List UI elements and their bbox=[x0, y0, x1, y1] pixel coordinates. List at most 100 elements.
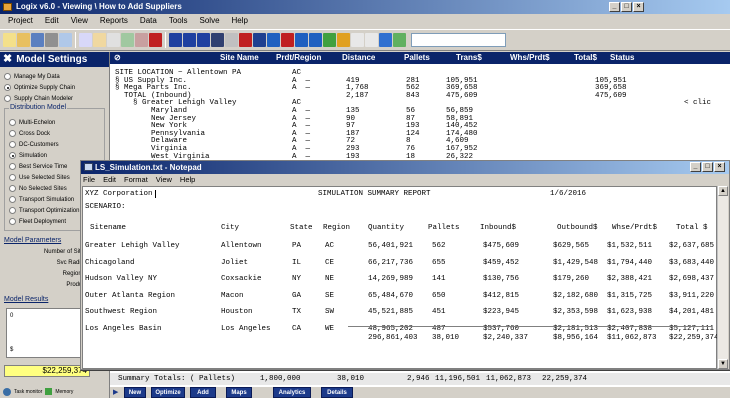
stop-icon[interactable] bbox=[281, 33, 294, 47]
network-icon[interactable] bbox=[197, 33, 210, 47]
np-menu-format[interactable]: Format bbox=[124, 174, 148, 186]
table-icon[interactable] bbox=[365, 33, 378, 47]
col-distance[interactable]: Distance bbox=[342, 52, 375, 64]
report-cell: $3,683,440 bbox=[669, 258, 715, 267]
menu-reports[interactable]: Reports bbox=[100, 14, 128, 28]
play-icon[interactable]: ▶ bbox=[113, 388, 118, 396]
doc-icon[interactable] bbox=[351, 33, 364, 47]
report-row: Hudson Valley NY Coxsackie NY NE 14,269,989 1… bbox=[85, 275, 715, 284]
radio-label: No Selected Sites bbox=[19, 185, 67, 192]
run-icon[interactable] bbox=[323, 33, 336, 47]
scroll-down-icon[interactable]: ▼ bbox=[718, 359, 728, 369]
menu-data[interactable]: Data bbox=[140, 14, 157, 28]
report-total-cell: 38,010 bbox=[432, 334, 460, 342]
distribution-model-title: Distribution Model bbox=[9, 104, 68, 111]
pointer-icon[interactable] bbox=[295, 33, 308, 47]
menu-solve[interactable]: Solve bbox=[200, 14, 220, 28]
notepad-scrollbar[interactable]: ▲ ▼ bbox=[717, 186, 728, 369]
np-menu-help[interactable]: Help bbox=[180, 174, 195, 186]
np-menu-file[interactable]: File bbox=[83, 174, 95, 186]
model-type-modeler[interactable]: Supply Chain Modeler bbox=[0, 93, 109, 104]
open-icon[interactable] bbox=[17, 33, 30, 47]
col-total[interactable]: Total$ bbox=[574, 52, 597, 64]
grid-icon[interactable] bbox=[183, 33, 196, 47]
report-cell: 650 bbox=[432, 291, 446, 300]
model-type-manage[interactable]: Manage My Data bbox=[0, 71, 109, 82]
report-cell: Outer Atlanta Region bbox=[85, 291, 176, 300]
report-cell: CA bbox=[292, 324, 302, 333]
col-prdt-region[interactable]: Prdt/Region bbox=[276, 52, 321, 64]
analytics-button[interactable]: Analytics bbox=[273, 387, 311, 398]
maps-button[interactable]: Maps bbox=[226, 387, 252, 398]
menu-edit[interactable]: Edit bbox=[45, 14, 59, 28]
task-monitor-icon[interactable] bbox=[3, 387, 11, 396]
results-bottom-value: $ bbox=[10, 347, 14, 353]
notepad-text-area[interactable]: XYZ Corporation SIMULATION SUMMARY REPOR… bbox=[82, 186, 719, 369]
cut-icon[interactable] bbox=[107, 33, 120, 47]
col-pallets[interactable]: Pallets bbox=[404, 52, 430, 64]
menu-project[interactable]: Project bbox=[8, 14, 33, 28]
col-header: Sitename bbox=[90, 224, 127, 232]
report-cell: IL bbox=[292, 258, 302, 267]
np-menu-view[interactable]: View bbox=[156, 174, 172, 186]
globe-icon[interactable] bbox=[253, 33, 266, 47]
minimize-button[interactable]: _ bbox=[609, 2, 620, 12]
pie-chart-icon[interactable] bbox=[337, 33, 350, 47]
add-button[interactable]: Add bbox=[190, 387, 216, 398]
dist-option[interactable]: DC-Customers bbox=[5, 139, 104, 150]
menu-tools[interactable]: Tools bbox=[169, 14, 188, 28]
report-cell: Los Angeles Basin bbox=[85, 324, 162, 333]
notepad-close-button[interactable]: × bbox=[714, 162, 725, 172]
calendar-icon[interactable] bbox=[239, 33, 252, 47]
save-icon[interactable] bbox=[31, 33, 44, 47]
notepad-maximize-button[interactable]: □ bbox=[702, 162, 713, 172]
optimize-button[interactable]: Optimize bbox=[151, 387, 185, 398]
flag-icon[interactable] bbox=[211, 33, 224, 47]
copy-icon[interactable] bbox=[79, 33, 92, 47]
report-total-cell: $22,259,374 bbox=[669, 334, 719, 342]
new-button[interactable]: New bbox=[124, 387, 146, 398]
dist-option[interactable]: Multi-Echelon bbox=[5, 117, 104, 128]
col-whs-prdt[interactable]: Whs/Prdt$ bbox=[510, 52, 550, 64]
model-type-optimize[interactable]: Optimize Supply Chain bbox=[0, 82, 109, 93]
report-date: 1/6/2016 bbox=[550, 190, 587, 198]
chart-icon[interactable] bbox=[149, 33, 162, 47]
model-settings-title: Model Settings bbox=[16, 54, 88, 65]
paste-icon[interactable] bbox=[93, 33, 106, 47]
col-trans[interactable]: Trans$ bbox=[456, 52, 482, 64]
settings-icon[interactable] bbox=[267, 33, 280, 47]
maximize-button[interactable]: □ bbox=[621, 2, 632, 12]
col-header: Inbound$ bbox=[480, 224, 517, 232]
dist-option[interactable]: Cross Dock bbox=[5, 128, 104, 139]
close-button[interactable]: × bbox=[633, 2, 644, 12]
connect-icon[interactable] bbox=[393, 33, 406, 47]
report-total-cell: $8,956,164 bbox=[553, 334, 599, 342]
radio-label: Simulation bbox=[19, 152, 48, 159]
menu-view[interactable]: View bbox=[71, 14, 88, 28]
print-icon[interactable] bbox=[45, 33, 58, 47]
details-button[interactable]: Details bbox=[321, 387, 353, 398]
scroll-up-icon[interactable]: ▲ bbox=[718, 186, 728, 196]
tools-icon[interactable]: ✖ bbox=[3, 52, 12, 67]
np-menu-edit[interactable]: Edit bbox=[103, 174, 116, 186]
text-caret bbox=[155, 190, 156, 198]
col-status[interactable]: Status bbox=[610, 52, 634, 64]
toolbar-combo[interactable] bbox=[411, 33, 506, 47]
zoom-icon[interactable] bbox=[309, 33, 322, 47]
report-cell: 56,401,921 bbox=[368, 242, 414, 250]
report-cell: 45,521,885 bbox=[368, 308, 414, 316]
col-site-name[interactable]: Site Name bbox=[220, 52, 259, 64]
report-cell: $2,388,421 bbox=[607, 275, 653, 283]
undo-icon[interactable] bbox=[121, 33, 134, 47]
globe2-icon[interactable] bbox=[379, 33, 392, 47]
map-icon[interactable] bbox=[169, 33, 182, 47]
report-cell: $1,623,938 bbox=[607, 308, 653, 316]
preview-icon[interactable] bbox=[59, 33, 72, 47]
notepad-minimize-button[interactable]: _ bbox=[690, 162, 701, 172]
pie-icon[interactable] bbox=[225, 33, 238, 47]
redo-icon[interactable] bbox=[135, 33, 148, 47]
grid-select-icon[interactable]: ⊘ bbox=[114, 52, 121, 64]
menu-help[interactable]: Help bbox=[232, 14, 248, 28]
status-row: Task monitor Memory bbox=[0, 385, 110, 398]
new-icon[interactable] bbox=[3, 33, 16, 47]
